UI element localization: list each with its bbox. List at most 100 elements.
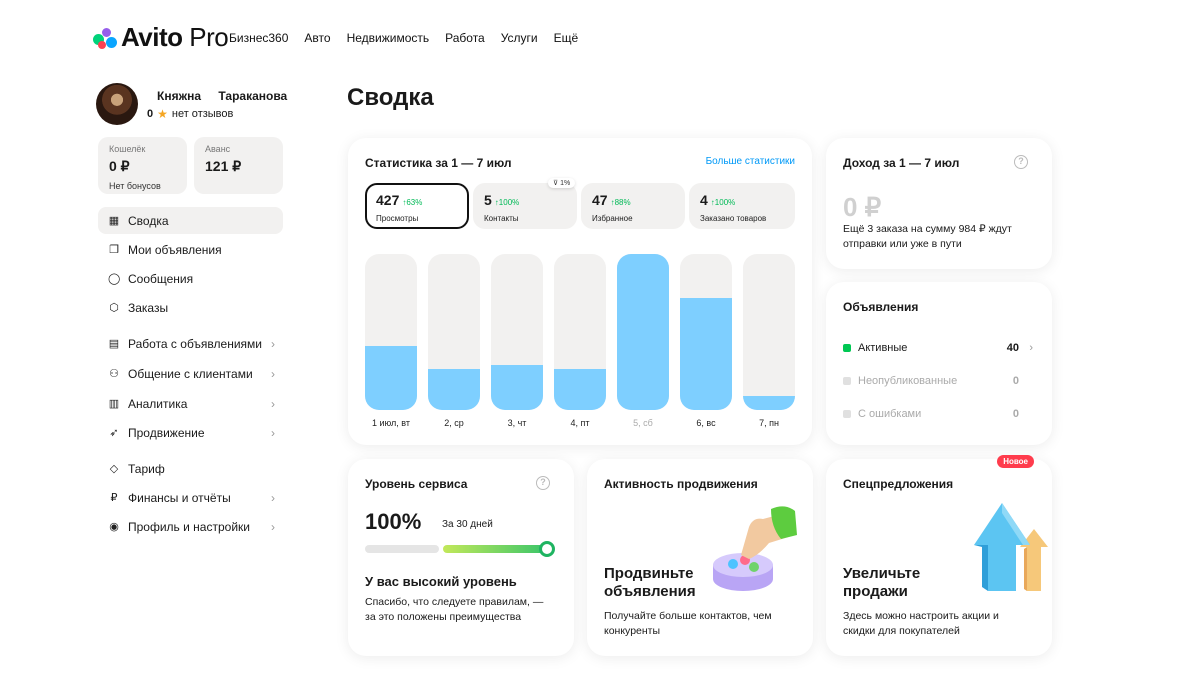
sidebar-item-label: Тариф <box>128 461 165 476</box>
avito-pro-logo[interactable]: Avito Pro <box>93 22 229 53</box>
income-note: Ещё 3 заказа на сумму 984 ₽ ждут отправк… <box>843 223 1012 250</box>
stat-tab-ordered[interactable]: 4 ↑100% Заказано товаров <box>689 183 795 229</box>
sidebar-item-analytics[interactable]: ▥ Аналитика › <box>98 390 283 417</box>
service-level-card: Уровень сервиса ? 100% За 30 дней У вас … <box>348 459 574 656</box>
stat-tab-contacts[interactable]: 5 ↑100% Контакты <box>473 183 577 229</box>
ads-card: Объявления Активные 40 › Неопубликованны… <box>826 282 1052 445</box>
chevron-right-icon: › <box>271 519 275 534</box>
sidebar-item-finance[interactable]: ₽ Финансы и отчёты › <box>98 484 283 511</box>
offers-text: Здесь можно настроить акции и скидки для… <box>843 610 999 637</box>
topnav-item-services[interactable]: Услуги <box>501 31 538 45</box>
bar-track[interactable] <box>680 254 732 410</box>
sidebar-item-ads-work[interactable]: ▤ Работа с объявлениями › <box>98 330 283 357</box>
bar-track[interactable] <box>743 254 795 410</box>
sidebar-item-messages[interactable]: ◯ Сообщения <box>98 265 283 292</box>
service-percent: 100% <box>365 509 422 534</box>
chevron-right-icon: › <box>271 490 275 505</box>
sidebar-item-label: Сообщения <box>128 271 194 286</box>
topnav-item-more[interactable]: Ещё <box>554 31 579 45</box>
bar-label: 2, ср <box>444 418 464 428</box>
chevron-right-icon: › <box>271 396 275 411</box>
bar <box>743 396 795 410</box>
reviews-text: нет отзывов <box>171 108 234 120</box>
topnav-item-biznes360[interactable]: Бизнес360 <box>229 31 288 45</box>
bar <box>617 254 669 410</box>
stat-tab-favorites[interactable]: 47 ↑88% Избранное <box>581 183 685 229</box>
service-heading: У вас высокий уровень <box>365 574 517 589</box>
sidebar-item-promotion[interactable]: ➶ Продвижение › <box>98 419 283 446</box>
ads-row-count: 0 <box>1012 375 1019 387</box>
rocket-icon: ➶ <box>109 427 119 439</box>
sidebar-item-label: Работа с объявлениями <box>128 336 262 351</box>
profile-reviews[interactable]: 0 ★ нет отзывов <box>147 107 233 121</box>
chat-icon: ◯ <box>108 273 121 285</box>
sidebar-item-orders[interactable]: ⬡ Заказы <box>98 294 283 321</box>
progress-knob <box>539 541 555 557</box>
promotion-card[interactable]: Активность продвижения Продвиньте объявл… <box>587 459 813 656</box>
bar <box>365 346 417 410</box>
ads-row-active[interactable]: Активные 40 › <box>843 342 1033 354</box>
promotion-title: Активность продвижения <box>604 477 758 491</box>
avatar[interactable] <box>96 83 138 125</box>
ads-row-unpublished[interactable]: Неопубликованные 0 <box>843 375 1033 387</box>
filter-badge-value: 1% <box>560 180 571 187</box>
bar-track[interactable] <box>617 254 669 410</box>
stat-tab-views[interactable]: 427 ↑63% Просмотры <box>365 183 469 229</box>
ads-row-label: Неопубликованные <box>858 375 958 387</box>
brand-name: Avito <box>121 22 183 52</box>
avito-logo-icon <box>93 26 117 50</box>
stat-change: ↑63% <box>402 198 423 207</box>
box-icon: ⬡ <box>109 302 119 314</box>
service-title: Уровень сервиса <box>365 477 468 491</box>
stat-value: 4 <box>700 192 708 208</box>
sidebar-item-label: Аналитика <box>128 396 188 411</box>
help-icon[interactable]: ? <box>536 476 550 490</box>
sidebar-item-tariff[interactable]: ◇ Тариф <box>98 455 283 482</box>
bar <box>554 369 606 410</box>
stat-change: ↑88% <box>610 198 631 207</box>
sidebar-item-label: Мои объявления <box>128 242 222 257</box>
more-statistics-link[interactable]: Больше статистики <box>706 156 795 167</box>
promotion-heading: Продвиньте объявления <box>604 565 696 600</box>
help-icon[interactable]: ? <box>1014 155 1028 169</box>
ads-row-errors[interactable]: С ошибками 0 <box>843 408 1033 420</box>
service-progress <box>365 541 555 557</box>
stat-value: 427 <box>376 192 400 208</box>
topnav-item-jobs[interactable]: Работа <box>445 31 485 45</box>
sidebar-item-summary[interactable]: ▦ Сводка <box>98 207 283 234</box>
special-offers-card[interactable]: Новое Спецпредложения Увеличьте продажи … <box>826 455 1052 656</box>
wallet-card[interactable]: Кошелёк 0 ₽ Нет бонусов <box>98 137 187 194</box>
bar-track[interactable] <box>365 254 417 410</box>
promotion-text: Получайте больше контактов, чем конкурен… <box>604 610 772 637</box>
reviews-count: 0 <box>147 108 154 120</box>
income-title: Доход за 1 — 7 июл <box>843 156 960 170</box>
topnav-item-realty[interactable]: Недвижимость <box>347 31 430 45</box>
advance-value: 121 ₽ <box>205 158 242 174</box>
document-icon: ▤ <box>108 338 120 350</box>
stat-value: 47 <box>592 192 608 208</box>
ads-row-label: С ошибками <box>858 408 922 420</box>
bar <box>680 298 732 410</box>
grid-icon: ▦ <box>108 215 120 227</box>
bar-label: 7, пн <box>759 418 779 428</box>
sidebar-item-clients[interactable]: ⚇ Общение с клиентами › <box>98 360 283 387</box>
service-text: Спасибо, что следуете правилам, — за это… <box>365 596 544 623</box>
ads-title: Объявления <box>843 300 919 314</box>
bar-chart-icon: ▥ <box>108 398 120 410</box>
chevron-right-icon: › <box>271 425 275 440</box>
topnav-item-auto[interactable]: Авто <box>304 31 330 45</box>
statistics-title: Статистика за 1 — 7 июл <box>365 156 512 170</box>
page-title: Сводка <box>347 84 434 111</box>
sidebar-item-label: Финансы и отчёты <box>128 490 231 505</box>
bar-track[interactable] <box>491 254 543 410</box>
sidebar-item-label: Профиль и настройки <box>128 519 250 534</box>
bar-track[interactable] <box>554 254 606 410</box>
sidebar-item-label: Продвижение <box>128 425 205 440</box>
sidebar-item-my-ads[interactable]: ❐ Мои объявления <box>98 236 283 263</box>
bar <box>491 365 543 410</box>
bar-track[interactable] <box>428 254 480 410</box>
advance-card[interactable]: Аванс 121 ₽ <box>194 137 283 194</box>
profile-name[interactable]: Княжна Тараканова <box>157 89 301 103</box>
wallet-bonus: Нет бонусов <box>109 181 161 191</box>
sidebar-item-profile-settings[interactable]: ◉ Профиль и настройки › <box>98 513 283 540</box>
